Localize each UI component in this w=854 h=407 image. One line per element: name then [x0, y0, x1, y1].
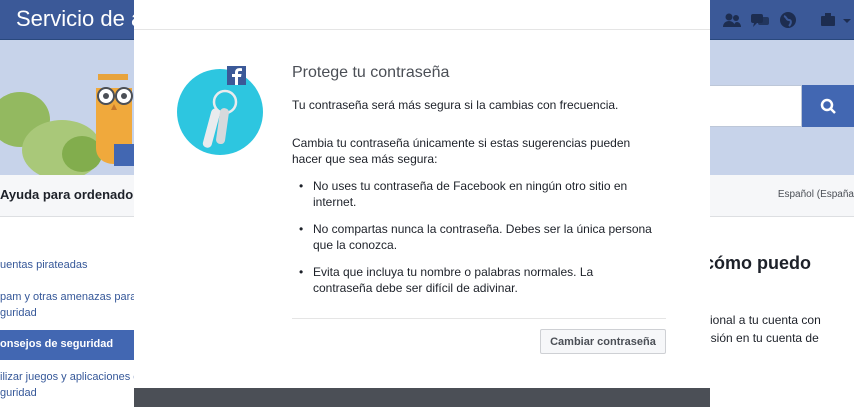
globe-icon[interactable]: [778, 10, 798, 30]
change-password-button[interactable]: Cambiar contraseña: [540, 329, 666, 354]
dialog-header: [134, 0, 710, 30]
search-button[interactable]: [802, 85, 854, 127]
tip-item: No uses tu contraseña de Facebook en nin…: [292, 178, 652, 210]
sidebar-item-games-apps-continued[interactable]: guridad: [0, 385, 37, 401]
site-title: Servicio de a: [16, 6, 144, 31]
tip-item: No compartas nunca la contraseña. Debes …: [292, 221, 652, 253]
dialog-instruction: Cambia tu contraseña únicamente si estas…: [292, 136, 631, 166]
sidebar: uentas pirateadas pam y otras amenazas p…: [0, 217, 145, 407]
article-text: cional a tu cuenta con: [704, 313, 821, 327]
messages-icon[interactable]: [750, 10, 770, 30]
search-input[interactable]: [704, 85, 802, 127]
chevron-down-icon[interactable]: [840, 10, 854, 30]
overlay-band: [134, 388, 710, 407]
sidebar-item-hacked-accounts[interactable]: uentas pirateadas: [0, 257, 87, 273]
settings-icon[interactable]: [818, 10, 838, 30]
article-title: cómo puedo: [704, 253, 811, 273]
dialog-divider: [292, 318, 666, 319]
facebook-icon: [227, 66, 246, 85]
sidebar-item-spam[interactable]: pam y otras amenazas para l: [0, 289, 142, 305]
dialog-title: Protege tu contraseña: [292, 64, 450, 81]
tips-list: No uses tu contraseña de Facebook en nin…: [292, 178, 652, 307]
top-icons: [722, 10, 854, 32]
article-text: esión en tu cuenta de: [704, 331, 819, 345]
help-title: Ayuda para ordenado: [0, 187, 134, 202]
language-link[interactable]: Español (España: [778, 189, 854, 200]
friends-icon[interactable]: [722, 10, 742, 30]
owl-illustration: [96, 74, 136, 166]
sidebar-item-security-tips[interactable]: onsejos de seguridad: [0, 330, 140, 360]
search-icon: [820, 98, 836, 114]
protect-password-dialog: Protege tu contraseña Tu contraseña será…: [134, 0, 710, 388]
sidebar-item-label: onsejos de seguridad: [0, 338, 114, 350]
dialog-intro: Tu contraseña será más segura si la camb…: [292, 98, 619, 112]
sidebar-item-spam-continued[interactable]: guridad: [0, 305, 37, 321]
article-panel: cómo puedo cional a tu cuenta con esión …: [690, 217, 854, 407]
tip-item: Evita que incluya tu nombre o palabras n…: [292, 264, 652, 296]
keys-illustration: [177, 66, 263, 155]
sidebar-item-games-apps[interactable]: ilizar juegos y aplicaciones co: [0, 369, 145, 385]
